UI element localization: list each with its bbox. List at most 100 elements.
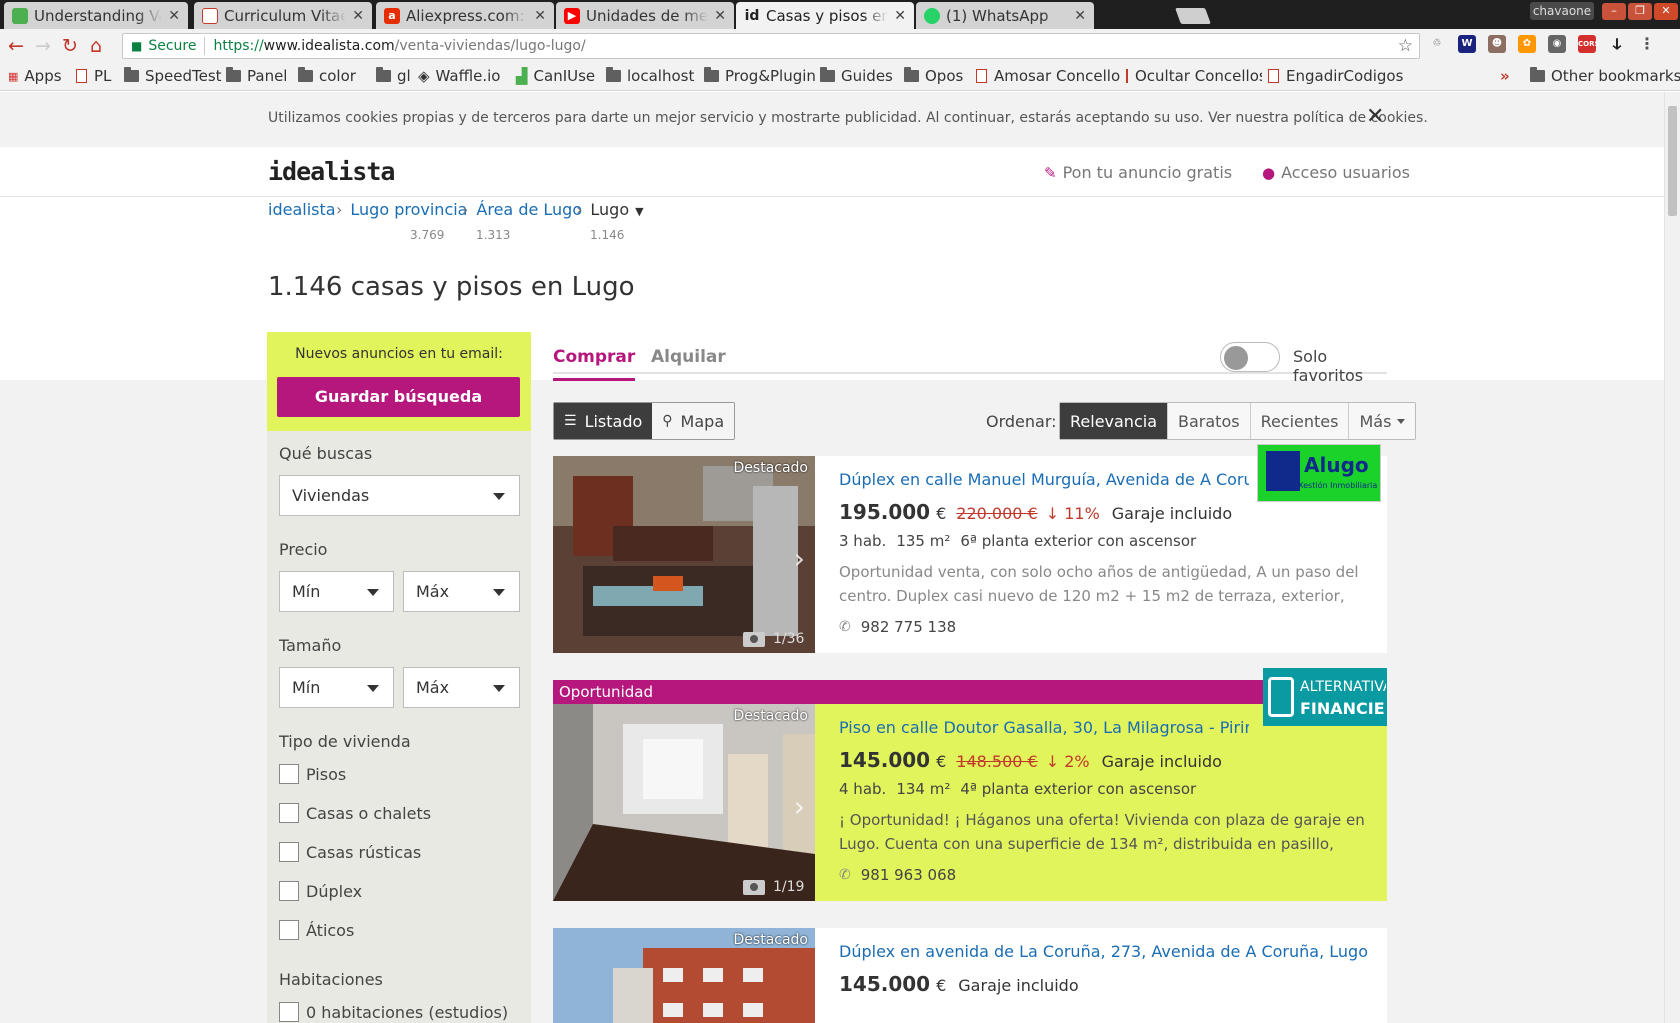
listing-photo[interactable]: Destacado — [553, 928, 815, 1023]
publish-ad-link[interactable]: ✎ Pon tu anuncio gratis — [1044, 163, 1232, 182]
breadcrumb-link[interactable]: Lugo provincia — [350, 200, 467, 219]
browser-tab[interactable]: ▶ Unidades de medida ✕ — [556, 2, 734, 29]
checkbox[interactable] — [279, 881, 299, 901]
browser-tab[interactable]: (1) WhatsApp ✕ — [916, 2, 1094, 29]
favorites-toggle[interactable] — [1220, 342, 1280, 372]
agency-logo[interactable]: ALTERNATIVA FINANCIERA — [1263, 668, 1387, 726]
bookmark-folder[interactable]: Guides — [820, 67, 893, 85]
close-icon[interactable]: ✕ — [894, 8, 906, 24]
bookmark-folder[interactable]: gl — [376, 67, 411, 85]
address-bar[interactable]: ■ Secure https://www.idealista.com/venta… — [122, 33, 1420, 59]
browser-tab-active[interactable]: id Casas y pisos en Lug ✕ — [736, 2, 914, 29]
extension-icon[interactable]: ☻ — [1488, 35, 1506, 53]
sort-baratos[interactable]: Baratos — [1168, 403, 1251, 439]
bookmark-item[interactable]: EngadirCodigos — [1268, 67, 1403, 85]
listing-phone[interactable]: ✆ 982 775 138 — [839, 618, 956, 636]
checkbox[interactable] — [279, 842, 299, 862]
listing-title[interactable]: Piso en calle Doutor Gasalla, 30, La Mil… — [839, 718, 1249, 737]
extension-recycle-icon[interactable]: ♲ — [1428, 35, 1446, 53]
bookmark-item[interactable]: ▟ CanIUse — [516, 67, 595, 85]
bookmark-folder[interactable]: Opos — [904, 67, 963, 85]
listing-description[interactable]: ¡ Oportunidad! ¡ Háganos una oferta! Viv… — [839, 808, 1374, 856]
forward-icon[interactable]: → — [35, 35, 51, 57]
checkbox[interactable] — [279, 920, 299, 940]
reload-icon[interactable]: ↻ — [62, 35, 78, 57]
save-search-button[interactable]: Guardar búsqueda — [277, 377, 520, 417]
tab-comprar[interactable]: Comprar — [553, 347, 636, 381]
breadcrumb-item[interactable]: idealista — [268, 200, 336, 219]
bookmark-apps[interactable]: ▦ Apps — [8, 67, 62, 85]
sort-recientes[interactable]: Recientes — [1250, 403, 1350, 439]
back-icon[interactable]: ← — [8, 35, 24, 57]
bookmark-item[interactable]: Ocultar Concellos — [1126, 67, 1262, 85]
browser-tab[interactable]: Understanding Varia ✕ — [4, 2, 188, 29]
extension-icon[interactable]: W — [1458, 35, 1476, 53]
listing-card[interactable]: Destacado Dúplex en avenida de La Coruña… — [553, 928, 1387, 1023]
close-icon[interactable]: ✕ — [168, 8, 180, 24]
close-window-button[interactable]: ✕ — [1654, 3, 1678, 20]
property-type-select[interactable]: Viviendas — [279, 475, 520, 516]
sort-relevancia[interactable]: Relevancia — [1060, 403, 1168, 439]
minimize-button[interactable]: – — [1602, 3, 1626, 20]
caret-down-icon[interactable]: ▼ — [635, 205, 643, 218]
browser-tab[interactable]: a Aliexpress.com: Com ✕ — [376, 2, 554, 29]
listing-title[interactable]: Dúplex en avenida de La Coruña, 273, Ave… — [839, 942, 1379, 961]
breadcrumb-item[interactable]: › Área de Lugo 1.313 — [454, 200, 582, 242]
login-link[interactable]: ● Acceso usuarios — [1262, 163, 1410, 182]
bookmark-folder[interactable]: Prog&Plugin — [704, 67, 816, 85]
bookmarks-overflow-button[interactable]: » — [1500, 67, 1510, 85]
page-scrollbar[interactable] — [1664, 92, 1680, 1023]
breadcrumb-link[interactable]: Área de Lugo — [476, 200, 582, 219]
bookmark-star-icon[interactable]: ☆ — [1398, 36, 1413, 56]
checkbox-casas[interactable]: Casas o chalets — [279, 803, 431, 823]
new-tab-button[interactable] — [1175, 8, 1211, 24]
bookmark-item[interactable]: ◈ Waffle.io — [418, 67, 500, 85]
cors-extension-icon[interactable]: CORS — [1578, 35, 1600, 53]
browser-tab[interactable]: Curriculum Vitae - Ar ✕ — [194, 2, 372, 29]
chevron-right-icon[interactable]: › — [794, 790, 805, 823]
listing-card[interactable]: Destacado › 1/36 Dúplex en calle Manuel … — [553, 444, 1387, 653]
close-icon[interactable]: ✕ — [352, 8, 364, 24]
bookmark-folder[interactable]: localhost — [606, 67, 694, 85]
bookmark-folder[interactable]: Panel — [226, 67, 287, 85]
chevron-right-icon[interactable]: › — [794, 542, 805, 575]
bookmark-item[interactable]: PL — [76, 67, 111, 85]
close-icon[interactable]: ✕ — [534, 8, 546, 24]
checkbox[interactable] — [279, 764, 299, 784]
site-logo[interactable]: idealista — [268, 157, 395, 186]
listing-photo[interactable]: Destacado › 1/19 — [553, 704, 815, 901]
checkbox-pisos[interactable]: Pisos — [279, 764, 346, 784]
other-bookmarks[interactable]: Other bookmarks — [1530, 67, 1680, 85]
menu-icon[interactable]: ⋮ — [1638, 35, 1656, 53]
listing-photo[interactable]: Destacado › 1/36 — [553, 456, 815, 653]
tab-alquilar[interactable]: Alquilar — [651, 347, 726, 367]
close-icon[interactable]: ✕ — [1366, 104, 1384, 129]
listing-phone[interactable]: ✆ 981 963 068 — [839, 866, 956, 884]
bookmark-item[interactable]: Amosar Concello — [976, 67, 1126, 85]
extension-icon[interactable]: ↆ — [1608, 35, 1626, 53]
extension-icon[interactable]: ◉ — [1548, 35, 1566, 53]
agency-logo[interactable]: Alugo Xestión Inmobiliaria — [1257, 444, 1381, 502]
close-icon[interactable]: ✕ — [1074, 8, 1086, 24]
sort-more-dropdown[interactable]: Más — [1349, 403, 1416, 439]
checkbox-estudios[interactable]: 0 habitaciones (estudios) — [279, 1002, 508, 1022]
profile-button[interactable]: chavaone — [1530, 2, 1594, 20]
bookmark-folder[interactable]: SpeedTest — [124, 67, 222, 85]
listing-card[interactable]: Oportunidad Destacado › 1/19 Piso en cal… — [553, 668, 1387, 901]
close-icon[interactable]: ✕ — [714, 8, 726, 24]
breadcrumb-item[interactable]: › Lugo provincia 3.769 — [328, 200, 467, 242]
breadcrumb-link[interactable]: idealista — [268, 200, 336, 219]
scrollbar-thumb[interactable] — [1668, 106, 1677, 216]
size-max-select[interactable]: Máx — [403, 667, 520, 708]
breadcrumb-item[interactable]: › Lugo ▼ 1.146 — [568, 200, 644, 242]
checkbox[interactable] — [279, 803, 299, 823]
map-view-button[interactable]: ⚲ Mapa — [652, 403, 735, 439]
listing-description[interactable]: Oportunidad venta, con solo ocho años de… — [839, 560, 1374, 608]
maximize-button[interactable]: ❐ — [1628, 3, 1652, 20]
listing-title[interactable]: Dúplex en calle Manuel Murguía, Avenida … — [839, 470, 1249, 489]
checkbox-aticos[interactable]: Áticos — [279, 920, 354, 940]
list-view-button[interactable]: ☰ Listado — [554, 403, 653, 439]
bookmark-folder[interactable]: color — [298, 67, 356, 85]
checkbox[interactable] — [279, 1002, 299, 1022]
size-min-select[interactable]: Mín — [279, 667, 394, 708]
